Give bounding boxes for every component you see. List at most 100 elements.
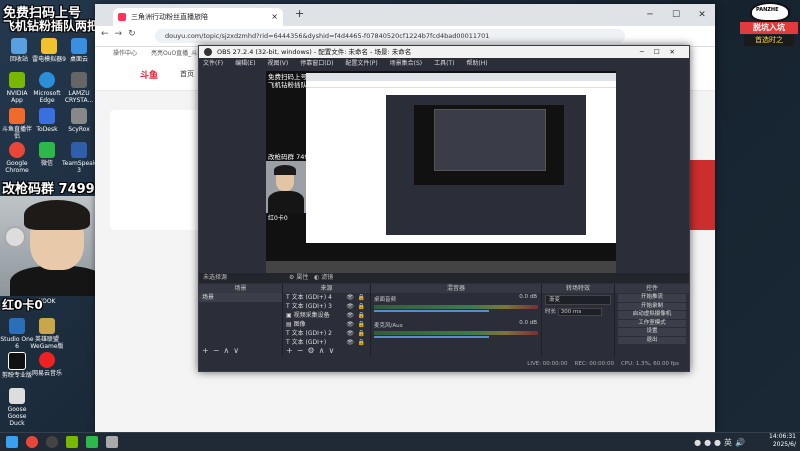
remove-icon[interactable]: − bbox=[213, 346, 224, 355]
system-tray: ●●●英🔊 bbox=[694, 437, 748, 448]
obs-taskbar-icon[interactable] bbox=[46, 436, 58, 448]
source-item[interactable]: ▤ 图像 👁 🔒 bbox=[283, 320, 370, 329]
tray-app-icon[interactable]: ● bbox=[694, 438, 704, 447]
desktop-icon-recycle-bin[interactable]: 回收站 bbox=[2, 38, 36, 63]
eye-icon[interactable]: 👁 bbox=[346, 293, 354, 302]
volume-meter bbox=[374, 305, 538, 309]
tray-app-icon[interactable]: ● bbox=[704, 438, 714, 447]
eye-icon[interactable]: 👁 bbox=[346, 302, 354, 311]
desktop-icon-todesk[interactable]: ToDesk bbox=[30, 108, 64, 133]
source-item[interactable]: T 文本 (GDI+) 3 👁 🔒 bbox=[283, 302, 370, 311]
obs-window-controls[interactable]: ─☐✕ bbox=[640, 46, 685, 58]
maximize-icon[interactable]: ☐ bbox=[663, 4, 689, 26]
file-taskbar-icon[interactable] bbox=[106, 436, 118, 448]
chevron-down-icon[interactable]: ∨ bbox=[233, 346, 243, 355]
menu-view[interactable]: 视图(V) bbox=[267, 60, 288, 67]
add-icon[interactable]: + bbox=[286, 346, 297, 355]
volume-slider[interactable] bbox=[374, 310, 489, 312]
minimize-icon[interactable]: ─ bbox=[637, 4, 663, 26]
desktop-icon-cloud[interactable]: 桌面云 bbox=[62, 38, 96, 63]
menu-file[interactable]: 文件(F) bbox=[203, 60, 223, 67]
menu-help[interactable]: 帮助(H) bbox=[466, 60, 487, 67]
lock-icon[interactable]: 🔒 bbox=[358, 320, 365, 329]
desktop-icon-capcut[interactable]: 剪映专业版 bbox=[0, 352, 34, 379]
new-tab-button[interactable]: + bbox=[295, 7, 304, 20]
app-taskbar-icon[interactable] bbox=[86, 436, 98, 448]
settings-button[interactable]: 设置 bbox=[618, 328, 686, 336]
studio-mode-button[interactable]: 工作室模式 bbox=[618, 319, 686, 327]
menu-tools[interactable]: 工具(T) bbox=[434, 60, 454, 67]
menu-docks[interactable]: 停靠窗口(D) bbox=[300, 60, 333, 67]
desktop-icon-lol-wegame[interactable]: 英雄联盟WeGame版 bbox=[30, 318, 64, 350]
bookmark-item[interactable]: 操作中心 bbox=[113, 50, 137, 57]
gear-icon[interactable]: ⚙ bbox=[289, 274, 294, 281]
duration-field[interactable]: 300 ms bbox=[557, 308, 602, 316]
clock[interactable]: 14:06:31 2025/6/ bbox=[769, 433, 796, 451]
filter-icon[interactable]: ◐ bbox=[314, 274, 319, 281]
home-link[interactable]: 首页 bbox=[180, 69, 194, 79]
desktop-icon-netease-music[interactable]: 网易云音乐 bbox=[30, 352, 64, 377]
lock-icon[interactable]: 🔒 bbox=[358, 302, 365, 311]
eye-icon[interactable]: 👁 bbox=[346, 311, 354, 320]
start-streaming-button[interactable]: 开始推流 bbox=[618, 294, 686, 302]
transition-select[interactable]: 渐变 bbox=[545, 295, 611, 305]
lock-icon[interactable]: 🔒 bbox=[358, 329, 365, 338]
gear-icon[interactable]: ⚙ bbox=[307, 346, 318, 355]
desktop-icon-nvidia[interactable]: NVIDIA App bbox=[0, 72, 34, 104]
desktop-icon-scyrox[interactable]: ScyRox bbox=[62, 108, 96, 133]
desktop-icon-ldplayer[interactable]: 雷电模拟器9 bbox=[32, 38, 66, 63]
eye-icon[interactable]: 👁 bbox=[346, 320, 354, 329]
windows-start-icon[interactable] bbox=[6, 436, 18, 448]
chevron-up-icon[interactable]: ∧ bbox=[319, 346, 329, 355]
volume-icon[interactable]: 🔊 bbox=[735, 438, 748, 447]
menu-profile[interactable]: 配置文件(P) bbox=[345, 60, 377, 67]
start-virtual-camera-button[interactable]: 启动虚拟摄像机 bbox=[618, 311, 686, 319]
desktop-icon-wechat[interactable]: 微信 bbox=[30, 142, 64, 167]
browser-tab[interactable]: 三角洲行动粉丝直播旅陪 × bbox=[113, 8, 283, 26]
eye-icon[interactable]: 👁 bbox=[346, 329, 354, 338]
menu-scene-collection[interactable]: 场景集合(S) bbox=[390, 60, 423, 67]
scene-item[interactable]: 场景 bbox=[199, 293, 282, 302]
url-field[interactable]: douyu.com/topic/sjzxdzmhd?rid=6444356&dy… bbox=[155, 29, 625, 43]
chevron-down-icon[interactable]: ∨ bbox=[328, 346, 338, 355]
close-icon[interactable]: ✕ bbox=[689, 4, 715, 26]
add-icon[interactable]: + bbox=[202, 346, 213, 355]
bookmark-item[interactable]: 亮亮OuO直播_斗... bbox=[151, 50, 203, 57]
desktop-icon-goose[interactable]: Goose Goose Duck bbox=[0, 388, 34, 427]
scenes-dock-title: 场景 bbox=[199, 284, 282, 293]
forward-icon[interactable]: → bbox=[115, 29, 129, 39]
sources-dock-footer: +−⚙∧∨ bbox=[286, 346, 338, 355]
desktop-icon-edge[interactable]: Microsoft Edge bbox=[30, 72, 64, 104]
remove-icon[interactable]: − bbox=[297, 346, 308, 355]
volume-slider[interactable] bbox=[374, 336, 489, 338]
desktop-icon-douyu[interactable]: 斗鱼直播伴侣 bbox=[0, 108, 34, 140]
reload-icon[interactable]: ↻ bbox=[128, 29, 142, 39]
properties-button[interactable]: 属性 bbox=[296, 274, 308, 281]
desktop-icon-studio-one[interactable]: Studio One 6 bbox=[0, 318, 34, 350]
close-tab-icon[interactable]: × bbox=[271, 8, 278, 26]
menu-edit[interactable]: 编辑(E) bbox=[235, 60, 255, 67]
source-item[interactable]: ▣ 视频采集设备 👁 🔒 bbox=[283, 311, 370, 320]
chevron-up-icon[interactable]: ∧ bbox=[223, 346, 233, 355]
obs-menu-bar: 文件(F) 编辑(E) 视图(V) 停靠窗口(D) 配置文件(P) 场景集合(S… bbox=[199, 58, 689, 69]
back-icon[interactable]: ← bbox=[101, 29, 115, 39]
lock-icon[interactable]: 🔒 bbox=[358, 311, 365, 320]
source-item[interactable]: T 文本 (GDI+) 2 👁 🔒 bbox=[283, 329, 370, 338]
obs-preview[interactable]: 免费扫码上号 飞机钻粉插队两把 改枪码群 749912194 红0卡0 bbox=[266, 71, 616, 273]
tray-app-icon[interactable]: ● bbox=[714, 438, 724, 447]
start-recording-button[interactable]: 开始录制 bbox=[618, 302, 686, 310]
douyu-logo[interactable]: 斗鱼 bbox=[140, 68, 158, 81]
exit-button[interactable]: 退出 bbox=[618, 336, 686, 344]
filters-button[interactable]: 滤镜 bbox=[321, 274, 333, 281]
lock-icon[interactable]: 🔒 bbox=[358, 293, 365, 302]
desktop-icon-teamspeak[interactable]: TeamSpeak 3 bbox=[62, 142, 96, 174]
source-item[interactable]: T 文本 (GDI+) 4 👁 🔒 bbox=[283, 293, 370, 302]
gamebar-taskbar-icon[interactable] bbox=[66, 436, 78, 448]
chrome-taskbar-icon[interactable] bbox=[26, 436, 38, 448]
input-language[interactable]: 英 bbox=[724, 438, 735, 447]
eye-icon[interactable]: 👁 bbox=[346, 338, 354, 347]
lock-icon[interactable]: 🔒 bbox=[358, 338, 365, 347]
desktop-icon-chrome[interactable]: Google Chrome bbox=[0, 142, 34, 174]
camera-icon: ▣ bbox=[286, 312, 292, 319]
desktop-icon-lamzu[interactable]: LAMZU CRYSTA... bbox=[62, 72, 96, 104]
